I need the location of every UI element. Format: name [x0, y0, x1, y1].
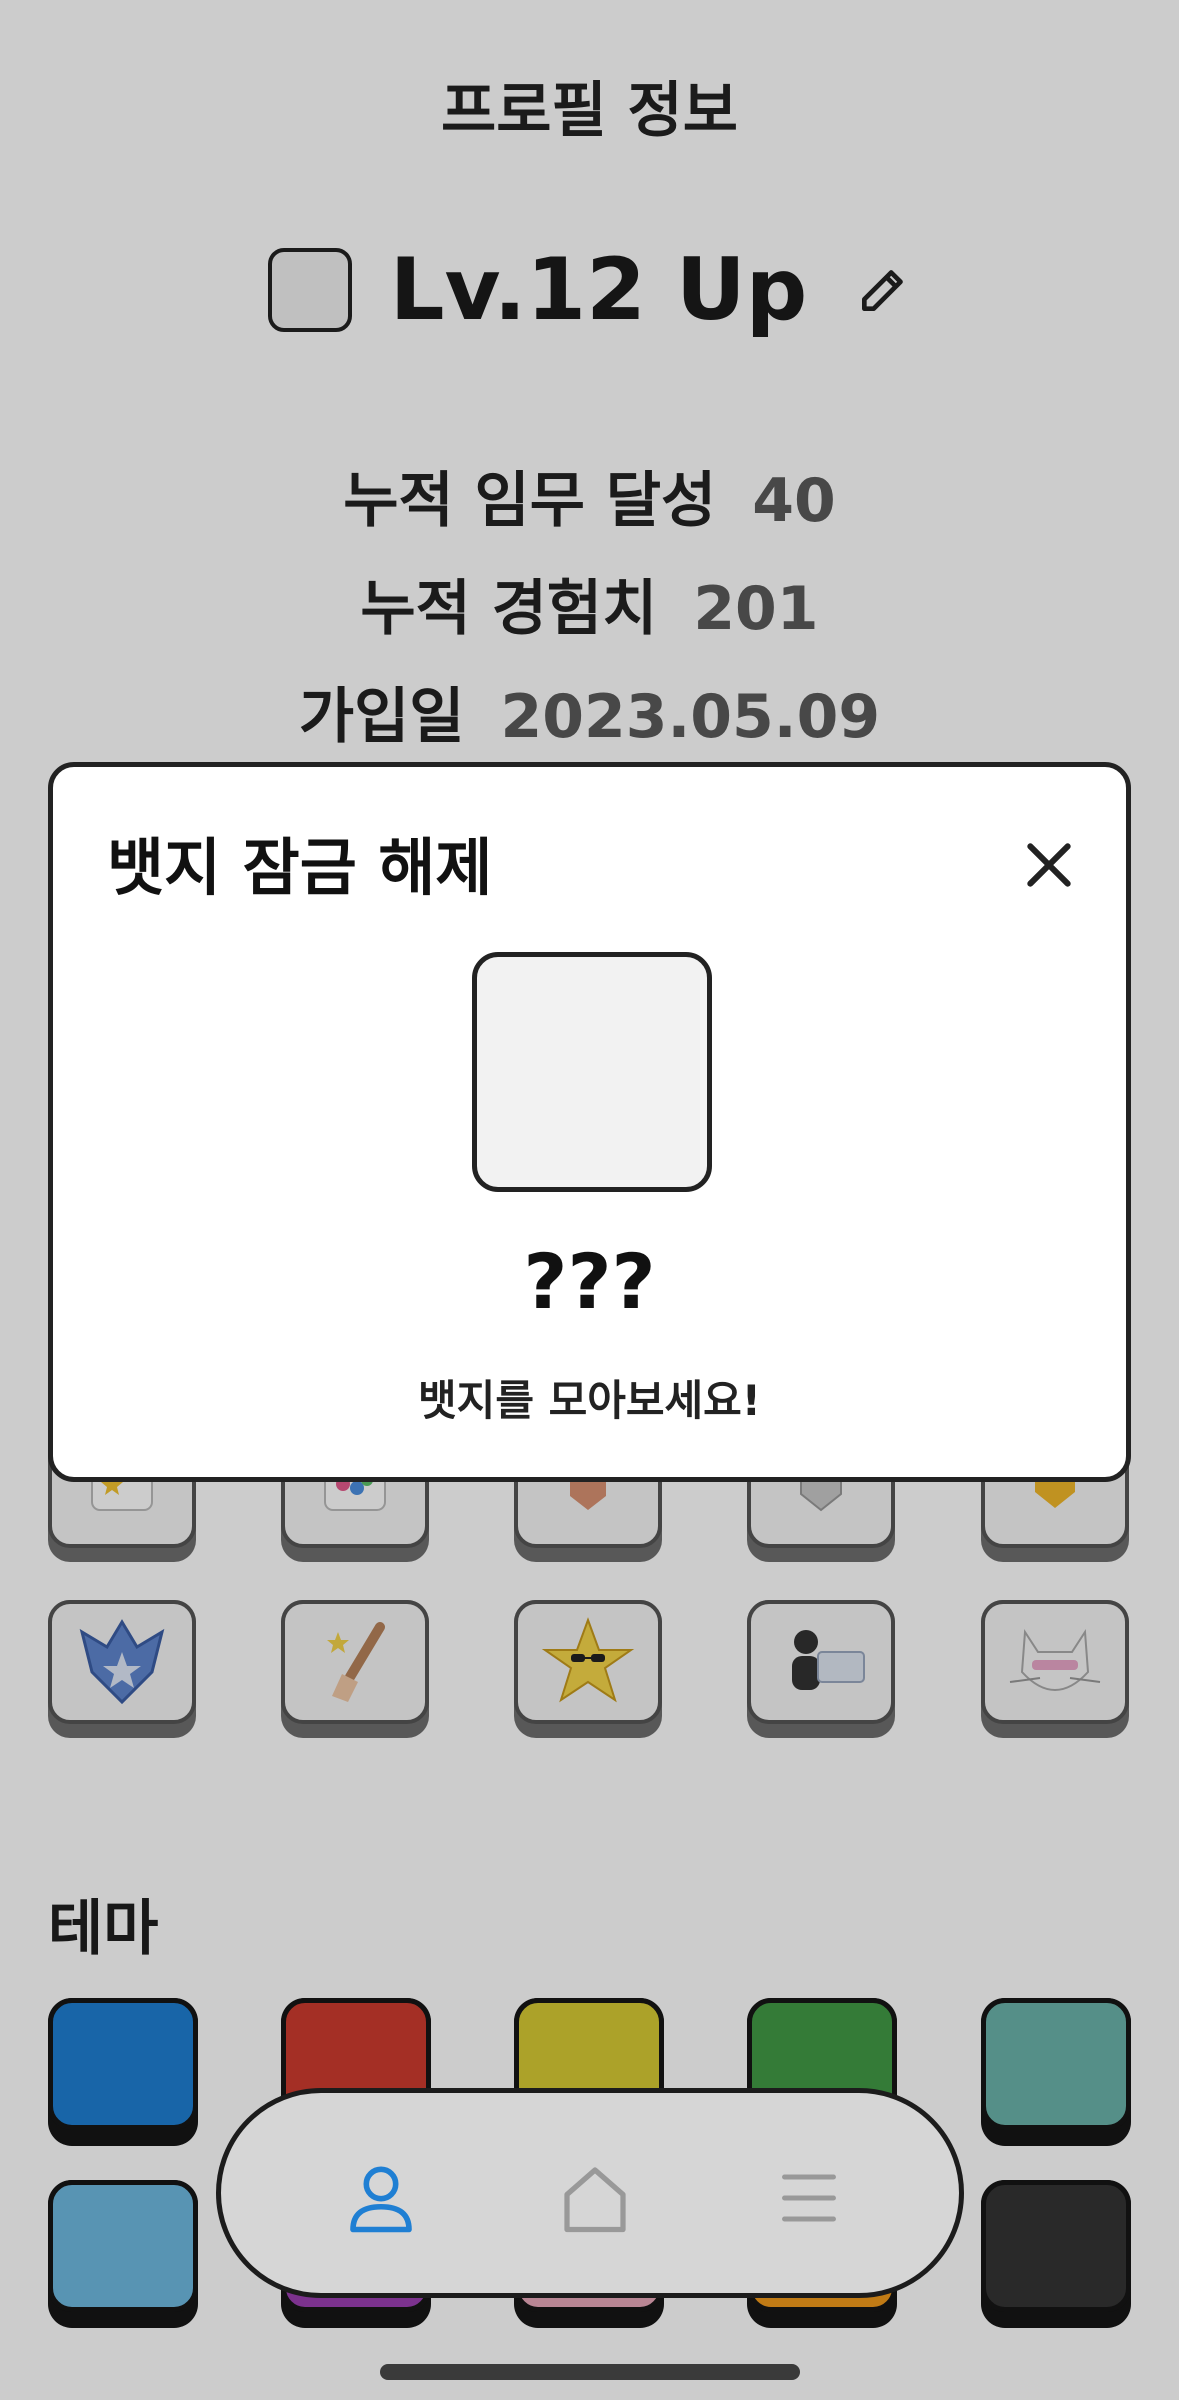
close-icon[interactable] — [1021, 837, 1077, 893]
badge-name: ??? — [523, 1237, 656, 1326]
home-indicator[interactable] — [380, 2364, 800, 2380]
tab-profile[interactable] — [331, 2148, 431, 2248]
locked-badge-placeholder — [472, 952, 712, 1192]
home-icon — [564, 2167, 626, 2233]
person-icon — [350, 2166, 412, 2233]
bottom-tab-bar — [216, 2088, 964, 2298]
tab-home[interactable] — [545, 2148, 645, 2248]
badge-unlock-modal: 뱃지 잠금 해제 ??? 뱃지를 모아보세요! — [48, 762, 1131, 1482]
modal-title: 뱃지 잠금 해제 — [107, 831, 493, 904]
menu-icon — [782, 2174, 836, 2222]
badge-hint: 뱃지를 모아보세요! — [418, 1376, 761, 1425]
tab-menu[interactable] — [759, 2148, 859, 2248]
